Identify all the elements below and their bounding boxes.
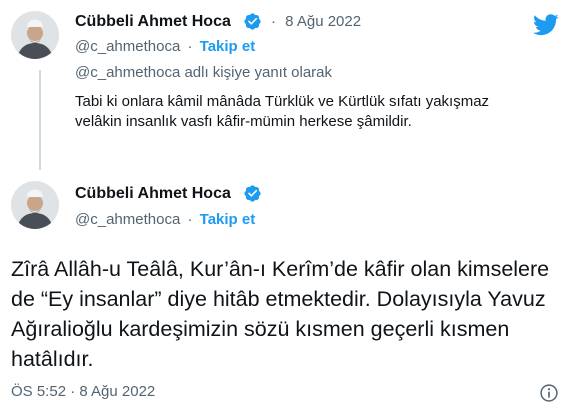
avatar[interactable]	[11, 11, 59, 59]
author-handle[interactable]: @c_ahmethoca	[75, 211, 180, 228]
twitter-bird-icon[interactable]	[533, 14, 559, 36]
verified-badge-icon	[244, 185, 261, 202]
reply-tweet-text: Tabi ki onlara kâmil mânâda Türklük ve K…	[75, 93, 490, 130]
tweet-meta: · 8 Ağu 2022	[271, 13, 361, 30]
replying-to-label: @c_ahmethoca adlı kişiye yanıt olarak	[75, 64, 333, 81]
author-name[interactable]: Cübbeli Ahmet Hoca	[75, 185, 231, 203]
avatar-image	[11, 181, 59, 229]
handle-separator: ·	[187, 38, 193, 55]
info-icon[interactable]	[539, 383, 559, 403]
thread-connector-line	[39, 70, 41, 170]
tweet-timestamp[interactable]: ÖS 5:52 · 8 Ağu 2022	[11, 383, 155, 400]
handle-row: @c_ahmethoca · Takip et	[75, 211, 255, 228]
tweet-date[interactable]: 8 Ağu 2022	[285, 13, 361, 30]
meta-separator: ·	[271, 13, 276, 30]
handle-row: @c_ahmethoca · Takip et	[75, 38, 255, 55]
follow-button[interactable]: Takip et	[200, 38, 256, 55]
author-handle[interactable]: @c_ahmethoca	[75, 38, 180, 55]
handle-separator: ·	[187, 211, 193, 228]
verified-badge-icon	[244, 13, 261, 30]
avatar[interactable]	[11, 181, 59, 229]
avatar-image	[11, 11, 59, 59]
author-name[interactable]: Cübbeli Ahmet Hoca	[75, 13, 231, 31]
main-tweet-text: Zîrâ Allâh-u Teâlâ, Kur’ân-ı Kerîm’de kâ…	[11, 257, 550, 371]
follow-button[interactable]: Takip et	[200, 211, 256, 228]
